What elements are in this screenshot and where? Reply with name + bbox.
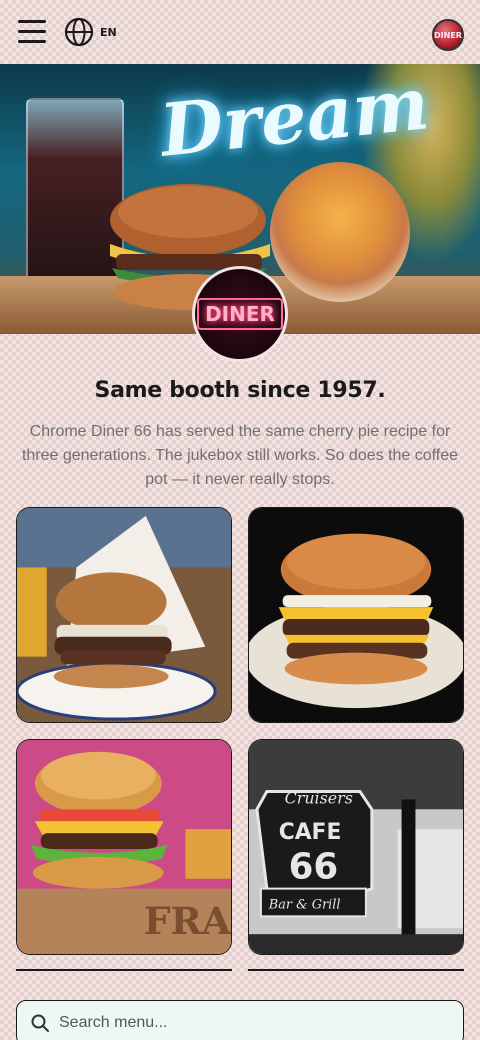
diner-badge: DINER <box>192 266 288 362</box>
hamburger-menu-icon[interactable] <box>18 20 46 46</box>
avatar[interactable]: DINER <box>432 19 464 51</box>
cheeseburger-photo <box>249 508 463 722</box>
language-label: EN <box>100 25 117 39</box>
deluxe-burger-photo: FRA <box>17 740 231 954</box>
cafe-sign-bottom: Bar & Grill <box>268 897 341 912</box>
cafe-sign-main: CAFE <box>279 820 342 845</box>
intro-paragraph: Chrome Diner 66 has served the same cher… <box>21 423 459 488</box>
search-input[interactable] <box>59 1014 439 1032</box>
divider-right <box>248 969 464 971</box>
search-icon <box>31 1014 49 1032</box>
cafe-sign-top: Cruisers <box>285 788 353 807</box>
diner-badge-text: DINER <box>197 298 283 330</box>
cafe-sign-number: 66 <box>289 847 339 888</box>
gallery-card-deluxe-burger[interactable]: FRA <box>16 739 232 955</box>
paper-burger-photo <box>17 508 231 722</box>
globe-icon <box>64 17 94 47</box>
crate-text: FRA <box>144 899 231 943</box>
language-switcher[interactable]: EN <box>64 17 117 47</box>
gallery-card-cafe-sign[interactable]: Cruisers CAFE 66 Bar & Grill <box>248 739 464 955</box>
hero-fries <box>270 162 410 302</box>
top-bar: EN DINER <box>0 0 480 64</box>
page-headline: Same booth since 1957. <box>94 378 386 403</box>
cafe-sign-photo: Cruisers CAFE 66 Bar & Grill <box>249 740 463 954</box>
gallery-card-paper-burger[interactable] <box>16 507 232 723</box>
divider-left <box>16 969 232 971</box>
gallery-card-cheeseburger[interactable] <box>248 507 464 723</box>
search-bar[interactable] <box>16 1000 464 1040</box>
avatar-text: DINER <box>434 30 462 40</box>
